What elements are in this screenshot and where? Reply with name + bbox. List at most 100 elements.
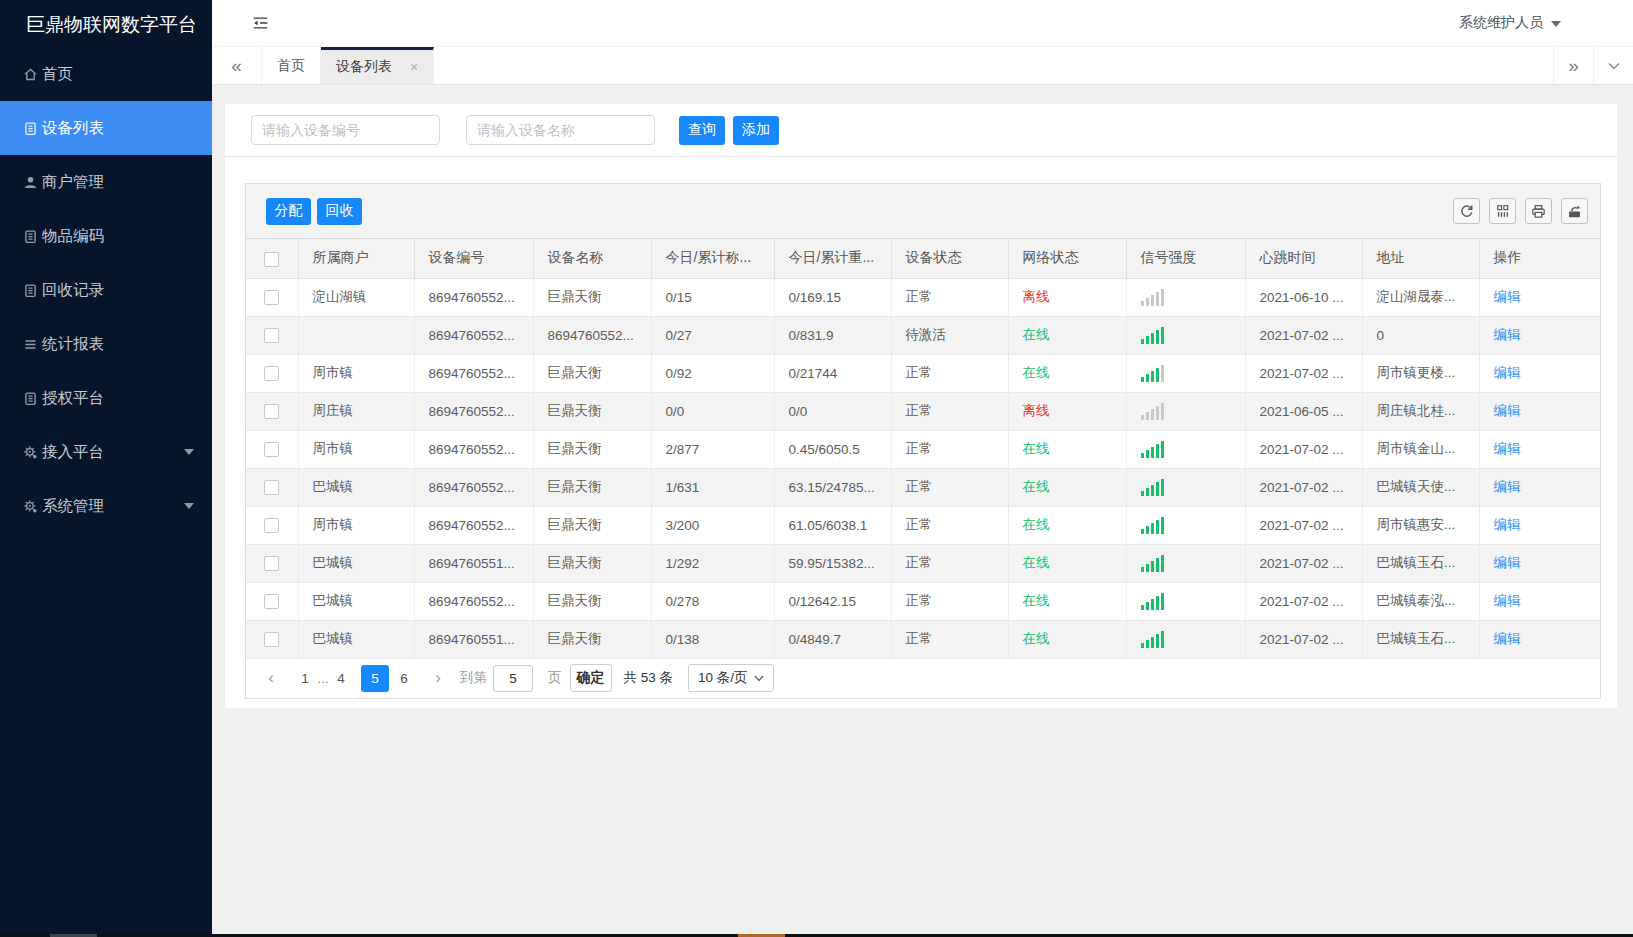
edit-link[interactable]: 编辑	[1494, 327, 1521, 342]
column-header[interactable]: 信号强度	[1126, 239, 1245, 278]
collapse-sidebar-icon[interactable]	[252, 15, 269, 31]
close-tab-icon[interactable]: ×	[410, 60, 418, 74]
user-menu[interactable]: 系统维护人员	[1459, 14, 1561, 32]
edit-link[interactable]: 编辑	[1494, 593, 1521, 608]
row-checkbox[interactable]	[264, 556, 279, 571]
edit-link[interactable]: 编辑	[1494, 631, 1521, 646]
recycle-button[interactable]: 回收	[317, 198, 362, 225]
row-checkbox[interactable]	[264, 518, 279, 533]
device-code-input[interactable]	[251, 115, 440, 145]
column-header[interactable]: 网络状态	[1008, 239, 1126, 278]
tabs-scroll-right-icon[interactable]: »	[1553, 47, 1593, 84]
print-icon[interactable]	[1525, 198, 1552, 224]
column-header[interactable]: 设备编号	[414, 239, 533, 278]
edit-link[interactable]: 编辑	[1494, 289, 1521, 304]
page-size-select[interactable]: 10 条/页	[688, 664, 774, 692]
column-header[interactable]: 设备状态	[891, 239, 1008, 278]
cell-signal	[1126, 544, 1245, 582]
select-all-checkbox-cell	[246, 239, 298, 278]
cell-today-count: 2/877	[651, 430, 774, 468]
cell-device-code: 8694760551...	[414, 544, 533, 582]
row-checkbox[interactable]	[264, 442, 279, 457]
column-header[interactable]: 今日/累计称...	[651, 239, 774, 278]
row-checkbox-cell	[246, 620, 298, 658]
cell-action: 编辑	[1479, 468, 1600, 506]
cell-device-name: 巨鼎天衡	[533, 354, 651, 392]
signal-strength-icon	[1141, 403, 1245, 420]
column-header[interactable]: 心跳时间	[1245, 239, 1362, 278]
grid-toolbar: 分配 回收	[246, 184, 1600, 239]
cell-heartbeat: 2021-07-02 ...	[1245, 316, 1362, 354]
edit-link[interactable]: 编辑	[1494, 441, 1521, 456]
column-header[interactable]: 所属商户	[298, 239, 414, 278]
row-checkbox[interactable]	[264, 632, 279, 647]
home-icon	[23, 66, 38, 82]
column-header[interactable]: 设备名称	[533, 239, 651, 278]
edit-link[interactable]: 编辑	[1494, 517, 1521, 532]
sidebar-item-items[interactable]: 物品编码	[0, 209, 212, 263]
sidebar-item-authorize[interactable]: 授权平台	[0, 371, 212, 425]
clipboard-icon	[23, 390, 38, 406]
cell-device-code: 8694760552...	[414, 392, 533, 430]
cell-network-status: 离线	[1008, 278, 1126, 316]
sidebar-item-merchants[interactable]: 商户管理	[0, 155, 212, 209]
device-grid: 分配 回收	[245, 183, 1601, 699]
sidebar-item-access[interactable]: 接入平台	[0, 425, 212, 479]
cell-today-weight: 0/12642.15	[774, 582, 891, 620]
goto-page-input[interactable]	[493, 665, 533, 692]
refresh-icon[interactable]	[1453, 198, 1480, 224]
cell-signal	[1126, 430, 1245, 468]
cell-merchant: 巴城镇	[298, 582, 414, 620]
tab-首页[interactable]: 首页	[262, 47, 321, 84]
cell-device-name: 巨鼎天衡	[533, 278, 651, 316]
tabs-menu-icon[interactable]	[1593, 47, 1633, 84]
clipboard-icon	[23, 228, 38, 244]
select-all-checkbox[interactable]	[264, 252, 279, 267]
add-button[interactable]: 添加	[733, 116, 779, 145]
column-header[interactable]: 今日/累计重...	[774, 239, 891, 278]
assign-button[interactable]: 分配	[266, 198, 311, 225]
edit-link[interactable]: 编辑	[1494, 403, 1521, 418]
query-button[interactable]: 查询	[679, 116, 725, 145]
row-checkbox[interactable]	[264, 366, 279, 381]
prev-page-icon[interactable]: ‹	[262, 668, 280, 688]
row-checkbox[interactable]	[264, 594, 279, 609]
sidebar-item-reports[interactable]: 统计报表	[0, 317, 212, 371]
export-icon[interactable]	[1561, 198, 1588, 224]
row-checkbox[interactable]	[264, 328, 279, 343]
list-icon	[23, 120, 38, 136]
column-header[interactable]: 操作	[1479, 239, 1600, 278]
pagination: ‹1...456›到第页确定共 53 条10 条/页	[246, 659, 1600, 699]
page-number-current[interactable]: 5	[361, 665, 389, 692]
column-header[interactable]: 地址	[1362, 239, 1479, 278]
cell-signal	[1126, 468, 1245, 506]
cell-device-code: 8694760552...	[414, 430, 533, 468]
edit-link[interactable]: 编辑	[1494, 555, 1521, 570]
row-checkbox[interactable]	[264, 290, 279, 305]
tab-设备列表[interactable]: 设备列表 ×	[321, 47, 434, 84]
sidebar-item-recycle[interactable]: 回收记录	[0, 263, 212, 317]
next-page-icon[interactable]: ›	[429, 668, 447, 688]
page-number[interactable]: 4	[332, 671, 350, 686]
tabs-scroll-left-icon[interactable]: «	[212, 47, 262, 84]
sidebar-item-system[interactable]: 系统管理	[0, 479, 212, 533]
cell-heartbeat: 2021-07-02 ...	[1245, 544, 1362, 582]
table-row: 巴城镇8694760552...巨鼎天衡1/63163.15/24785...正…	[246, 468, 1600, 506]
sidebar-item-devices[interactable]: 设备列表	[0, 101, 212, 155]
device-name-input[interactable]	[466, 115, 655, 145]
row-checkbox[interactable]	[264, 480, 279, 495]
sidebar-item-home[interactable]: 首页	[0, 47, 212, 101]
columns-icon[interactable]	[1489, 198, 1516, 224]
row-checkbox[interactable]	[264, 404, 279, 419]
total-count: 共 53 条	[624, 669, 674, 687]
tab-label: 设备列表	[336, 58, 392, 76]
signal-strength-icon	[1141, 441, 1245, 458]
edit-link[interactable]: 编辑	[1494, 365, 1521, 380]
row-checkbox-cell	[246, 278, 298, 316]
page-number[interactable]: 6	[395, 671, 413, 686]
edit-link[interactable]: 编辑	[1494, 479, 1521, 494]
confirm-button[interactable]: 确定	[570, 664, 612, 692]
user-name: 系统维护人员	[1459, 14, 1543, 32]
cell-device-status: 正常	[891, 506, 1008, 544]
page-number[interactable]: 1	[296, 671, 314, 686]
